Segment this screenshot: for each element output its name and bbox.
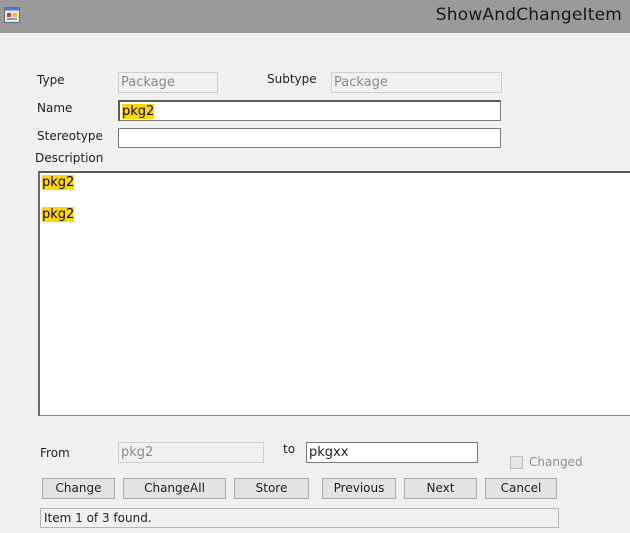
app-window-icon[interactable] <box>4 7 20 23</box>
subtype-value: Package <box>334 75 388 90</box>
previous-button[interactable]: Previous <box>322 478 396 499</box>
description-line <box>42 191 630 207</box>
description-textarea[interactable]: pkg2 pkg2 <box>38 171 630 416</box>
name-label: Name <box>37 101 73 115</box>
name-input[interactable]: pkg2 <box>118 100 501 121</box>
to-input[interactable]: pkgxx <box>306 442 478 463</box>
stereotype-input[interactable] <box>118 128 501 148</box>
subtype-field: Package <box>331 72 502 93</box>
description-label: Description <box>35 151 104 165</box>
changed-label: Changed <box>529 455 583 469</box>
status-text: Item 1 of 3 found. <box>44 511 152 525</box>
to-label: to <box>283 442 296 456</box>
title-bar: ShowAndChangeItem <box>0 0 630 33</box>
stereotype-label: Stereotype <box>37 129 103 143</box>
from-value: pkg2 <box>121 445 154 460</box>
type-field: Package <box>118 72 218 93</box>
status-bar: Item 1 of 3 found. <box>40 508 559 528</box>
change-all-button[interactable]: ChangeAll <box>123 478 226 499</box>
from-label: From <box>40 446 70 460</box>
name-value: pkg2 <box>122 104 155 119</box>
from-field: pkg2 <box>118 442 264 463</box>
to-value: pkgxx <box>309 445 349 460</box>
cancel-button[interactable]: Cancel <box>485 478 557 499</box>
type-label: Type <box>37 73 65 87</box>
change-button[interactable]: Change <box>42 478 115 499</box>
subtype-label: Subtype <box>267 72 317 86</box>
type-value: Package <box>121 75 175 90</box>
next-button[interactable]: Next <box>404 478 477 499</box>
description-line: pkg2 <box>42 175 75 190</box>
window-title: ShowAndChangeItem <box>435 5 622 25</box>
description-line: pkg2 <box>42 207 75 222</box>
store-button[interactable]: Store <box>234 478 309 499</box>
changed-checkbox-box[interactable] <box>510 456 523 469</box>
